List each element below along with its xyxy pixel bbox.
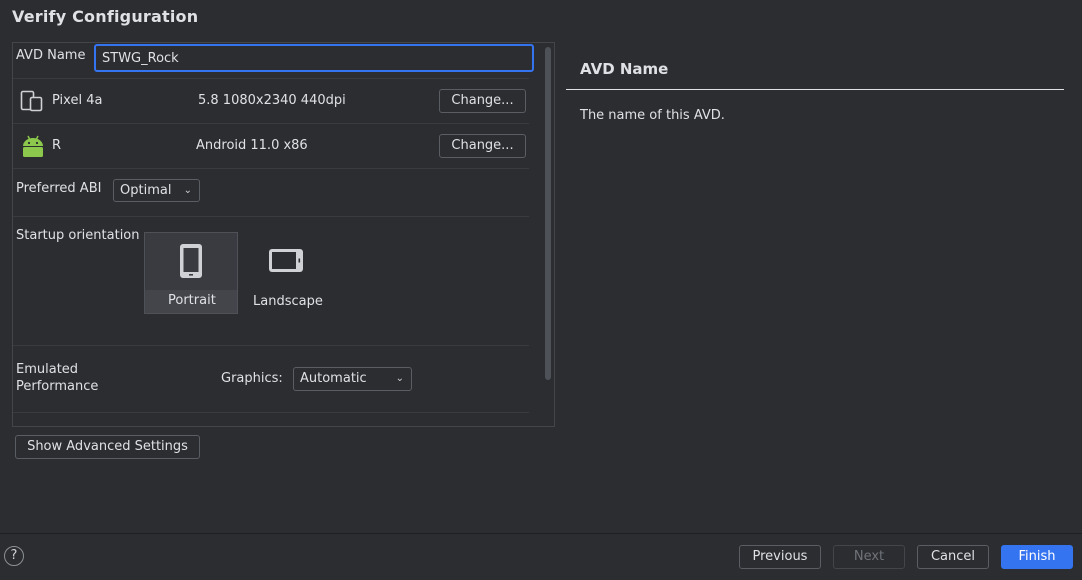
- footer-divider: [0, 533, 1082, 534]
- android-icon: [21, 134, 45, 158]
- previous-button[interactable]: Previous: [739, 545, 821, 569]
- change-system-image-button[interactable]: Change...: [439, 134, 526, 158]
- divider: [13, 78, 529, 79]
- divider: [13, 345, 529, 346]
- system-image-name: R: [52, 138, 62, 153]
- divider: [13, 412, 529, 413]
- help-icon[interactable]: ?: [4, 546, 24, 566]
- device-name: Pixel 4a: [52, 93, 103, 108]
- landscape-phone-icon[interactable]: [268, 248, 304, 273]
- portrait-label: Portrait: [168, 293, 216, 308]
- help-panel-description: The name of this AVD.: [580, 108, 725, 123]
- graphics-label: Graphics:: [221, 371, 283, 386]
- panel-scrollbar[interactable]: [545, 47, 551, 380]
- divider: [13, 123, 529, 124]
- portrait-phone-icon: [179, 243, 203, 279]
- avd-name-input[interactable]: [94, 44, 534, 72]
- landscape-label[interactable]: Landscape: [253, 294, 323, 309]
- emulated-performance-label-line1: Emulated: [16, 362, 79, 377]
- chevron-down-icon: ⌄: [395, 373, 404, 384]
- graphics-select[interactable]: Automatic ⌄: [293, 367, 412, 391]
- chevron-down-icon: ⌄: [183, 185, 192, 196]
- preferred-abi-value: Optimal: [120, 183, 172, 198]
- dialog-title: Verify Configuration: [12, 7, 199, 26]
- finish-button[interactable]: Finish: [1001, 545, 1073, 569]
- avd-name-label: AVD Name: [16, 48, 86, 63]
- divider: [13, 168, 529, 169]
- emulated-performance-label-line2: Performance: [16, 379, 99, 394]
- graphics-value: Automatic: [300, 371, 367, 386]
- startup-orientation-label: Startup orientation: [16, 228, 140, 243]
- preferred-abi-select[interactable]: Optimal ⌄: [113, 179, 200, 202]
- device-spec: 5.8 1080x2340 440dpi: [198, 93, 346, 108]
- show-advanced-settings-button[interactable]: Show Advanced Settings: [15, 435, 200, 459]
- preferred-abi-label: Preferred ABI: [16, 181, 102, 196]
- divider: [13, 216, 529, 217]
- change-device-button[interactable]: Change...: [439, 89, 526, 113]
- help-panel-title: AVD Name: [580, 60, 669, 78]
- system-image-spec: Android 11.0 x86: [196, 138, 308, 153]
- next-button[interactable]: Next: [833, 545, 905, 569]
- cancel-button[interactable]: Cancel: [917, 545, 989, 569]
- help-panel-divider: [566, 89, 1064, 90]
- device-phone-tablet-icon: [20, 90, 44, 112]
